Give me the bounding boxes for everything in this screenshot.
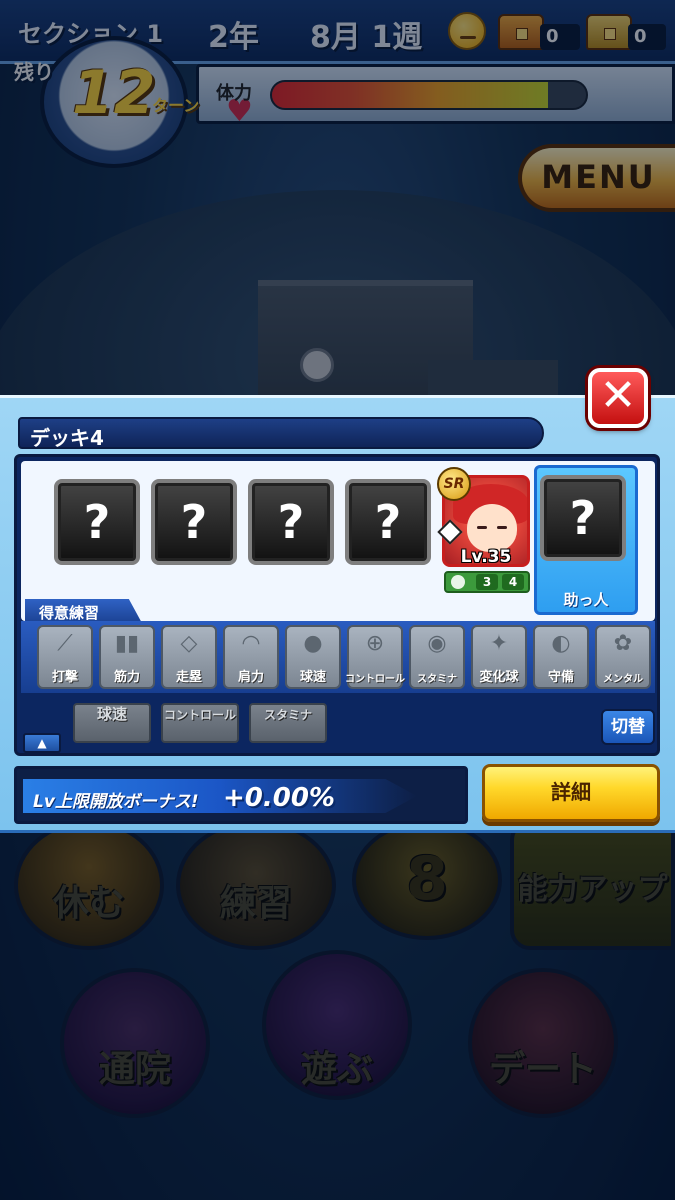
strength-practice-icon: ▮▮ 筋力 [99, 625, 155, 689]
stamina-practice-icon: ◉ スタミナ [409, 625, 465, 689]
specialty-header: 得意練習 [39, 604, 100, 622]
control-skill-chip: コントロール [161, 703, 239, 743]
practice-label: 筋力 [113, 670, 140, 685]
empty-card-slot[interactable]: ? [248, 479, 334, 565]
card-row: ? ? ? ? SR Lv.35 3 4 助っ人 ? 得意練習 [21, 461, 655, 625]
control-practice-icon: ⊕ コントロール [345, 625, 405, 689]
practice-label: メンタル [603, 674, 643, 685]
skill-label: スタミナ [263, 708, 312, 722]
skill-label: 球速 [96, 705, 127, 723]
empty-card-slot[interactable]: ? [151, 479, 237, 565]
mental-practice-icon: ✿ メンタル [595, 625, 651, 689]
skill-row: ▲ 球速 コントロール スタミナ 切替 [21, 693, 655, 753]
bonus-value: +0.00% [223, 783, 335, 813]
stat-value: 3 [476, 574, 498, 590]
switch-button[interactable]: 切替 [601, 709, 655, 745]
practice-label: 走塁 [175, 670, 202, 685]
practice-label: スタミナ [417, 674, 457, 685]
rarity-badge: SR [437, 467, 471, 501]
deck-box: ? ? ? ? SR Lv.35 3 4 助っ人 ? 得意練習 ⟋ 打撃 ▮▮ 筋力… [14, 454, 660, 756]
velocity-practice-icon: ● 球速 [285, 625, 341, 689]
bonus-label: Lv上限開放ボーナス! [33, 792, 199, 812]
practice-label: 変化球 [479, 670, 519, 685]
practice-label: 打撃 [51, 670, 78, 685]
close-button[interactable]: ✕ [588, 368, 648, 428]
helper-label: 助っ人 [563, 591, 609, 609]
helper-card-slot[interactable]: ? [540, 475, 626, 561]
empty-card-slot[interactable]: ? [345, 479, 431, 565]
baserunning-practice-icon: ◇ 走塁 [161, 625, 217, 689]
specialty-practice-row: ⟋ 打撃 ▮▮ 筋力 ◇ 走塁 ◠ 肩力 ● 球速 ⊕ コントロール ◉ スタミナ ✦ 変化球 … [21, 621, 655, 693]
stamina-skill-chip: スタミナ [249, 703, 327, 743]
character-stats: 3 4 [444, 571, 530, 593]
practice-label: 守備 [547, 670, 574, 685]
stat-value: 4 [502, 574, 524, 590]
batting-practice-icon: ⟋ 打撃 [37, 625, 93, 689]
collapse-up-button[interactable]: ▲ [23, 733, 61, 753]
level-cap-bonus-bar: Lv上限開放ボーナス! +0.00% [14, 766, 468, 824]
breaking-ball-practice-icon: ✦ 変化球 [471, 625, 527, 689]
details-button[interactable]: 詳細 [482, 764, 660, 822]
deck-title-bar: デッキ4 [18, 417, 544, 450]
empty-card-slot[interactable]: ? [54, 479, 140, 565]
arm-practice-icon: ◠ 肩力 [223, 625, 279, 689]
bond-icon [451, 575, 465, 589]
character-level: Lv.35 [460, 547, 512, 567]
practice-label: コントロール [345, 674, 405, 685]
velocity-skill-chip: 球速 [73, 703, 151, 743]
practice-label: 球速 [299, 670, 326, 685]
character-portrait [467, 504, 517, 552]
defense-practice-icon: ◐ 守備 [533, 625, 589, 689]
deck-title: デッキ4 [30, 426, 104, 450]
skill-label: コントロール [163, 708, 236, 722]
practice-label: 肩力 [237, 670, 264, 685]
